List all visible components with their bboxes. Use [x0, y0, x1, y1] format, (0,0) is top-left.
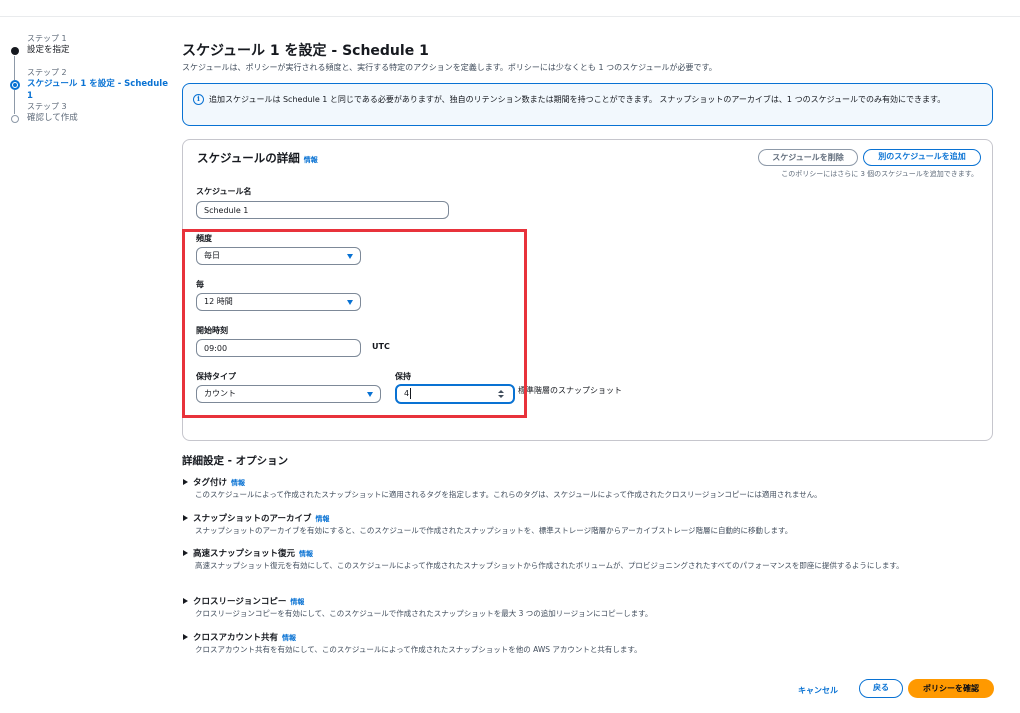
step-1-caption: ステップ 1: [27, 34, 67, 43]
expandable-title[interactable]: クロスアカウント共有: [193, 633, 278, 643]
step-3: ステップ 3 確認して作成: [10, 102, 170, 136]
retain-suffix: 標準階層のスナップショット: [518, 386, 622, 395]
info-link[interactable]: 情報: [231, 479, 245, 487]
info-icon: i: [193, 94, 204, 105]
add-schedule-button[interactable]: 別のスケジュールを追加: [863, 149, 981, 166]
cancel-button[interactable]: キャンセル: [798, 685, 838, 696]
expandable-tagging[interactable]: タグ付け 情報 このスケジュールによって作成されたスナップショットに適用されるタグ…: [183, 478, 1003, 500]
expandable-title[interactable]: 高速スナップショット復元: [193, 549, 295, 559]
advanced-settings-title: 詳細設定 - オプション: [182, 455, 289, 467]
step-2-label[interactable]: スケジュール 1 を設定 - Schedule 1: [27, 78, 170, 102]
expandable-title[interactable]: スナップショットのアーカイブ: [193, 514, 312, 524]
alert-text: 追加スケジュールは Schedule 1 と同じである必要がありますが、独自のリ…: [209, 95, 946, 104]
expandable-description: スナップショットのアーカイブを有効にすると、このスケジュールで作成されたスナップ…: [195, 526, 793, 535]
caret-right-icon: [183, 515, 188, 521]
page-description: スケジュールは、ポリシーが実行される頻度と、実行する特定のアクションを定義します…: [182, 63, 717, 72]
page-title: スケジュール 1 を設定 - Schedule 1: [182, 43, 429, 59]
caret-right-icon: [183, 550, 188, 556]
step-2-current-dot-icon: [10, 80, 20, 90]
schedule-limit-note: このポリシーにはさらに 3 個のスケジュールを追加できます。: [781, 170, 978, 178]
info-link[interactable]: 情報: [290, 598, 304, 606]
expandable-description: 高速スナップショット復元を有効にして、このスケジュールによって作成されたスナップ…: [195, 561, 904, 570]
review-policy-button[interactable]: ポリシーを確認: [908, 679, 994, 698]
caret-right-icon: [183, 634, 188, 640]
step-2[interactable]: ステップ 2 スケジュール 1 を設定 - Schedule 1: [10, 68, 170, 114]
step-3-caption: ステップ 3: [27, 102, 67, 111]
info-link[interactable]: 情報: [299, 550, 313, 558]
top-divider: [0, 16, 1020, 17]
caret-right-icon: [183, 479, 188, 485]
schedule-name-label: スケジュール名: [196, 187, 252, 196]
info-link[interactable]: 情報: [282, 634, 296, 642]
step-2-caption: ステップ 2: [27, 68, 67, 77]
step-3-dot-icon: [11, 115, 19, 123]
panel-title-text: スケジュールの詳細: [197, 151, 300, 165]
expandable-description: クロスリージョンコピーを有効にして、このスケジュールで作成されたスナップショット…: [195, 609, 653, 618]
info-link[interactable]: 情報: [316, 515, 330, 523]
expandable-description: クロスアカウント共有を有効にして、このスケジュールによって作成されたスナップショ…: [195, 645, 642, 654]
expandable-archive[interactable]: スナップショットのアーカイブ 情報 スナップショットのアーカイブを有効にすると、こ…: [183, 514, 1003, 536]
info-link[interactable]: 情報: [304, 156, 318, 164]
step-1-label[interactable]: 設定を指定: [27, 44, 170, 56]
expandable-description: このスケジュールによって作成されたスナップショットに適用されるタグを指定します。…: [195, 490, 822, 499]
delete-schedule-button[interactable]: スケジュールを削除: [758, 149, 858, 166]
step-1-dot-icon: [11, 47, 19, 55]
step-1[interactable]: ステップ 1 設定を指定: [10, 34, 170, 80]
wizard-steps: ステップ 1 設定を指定 ステップ 2 スケジュール 1 を設定 - Sched…: [10, 34, 170, 136]
expandable-title[interactable]: タグ付け: [193, 478, 227, 488]
schedule-name-input[interactable]: [196, 201, 449, 219]
info-alert: i 追加スケジュールは Schedule 1 と同じである必要がありますが、独自…: [182, 83, 993, 126]
expandable-cross-account[interactable]: クロスアカウント共有 情報 クロスアカウント共有を有効にして、このスケジュールによ…: [183, 633, 1003, 655]
expandable-title[interactable]: クロスリージョンコピー: [193, 597, 286, 607]
expandable-cross-region[interactable]: クロスリージョンコピー 情報 クロスリージョンコピーを有効にして、このスケジュール…: [183, 597, 1003, 619]
caret-right-icon: [183, 598, 188, 604]
annotation-highlight-box: [182, 229, 527, 418]
expandable-fast-restore[interactable]: 高速スナップショット復元 情報 高速スナップショット復元を有効にして、このスケジュ…: [183, 549, 1003, 571]
step-3-label: 確認して作成: [27, 113, 78, 123]
panel-title: スケジュールの詳細 情報: [197, 150, 318, 166]
back-button[interactable]: 戻る: [859, 679, 903, 698]
